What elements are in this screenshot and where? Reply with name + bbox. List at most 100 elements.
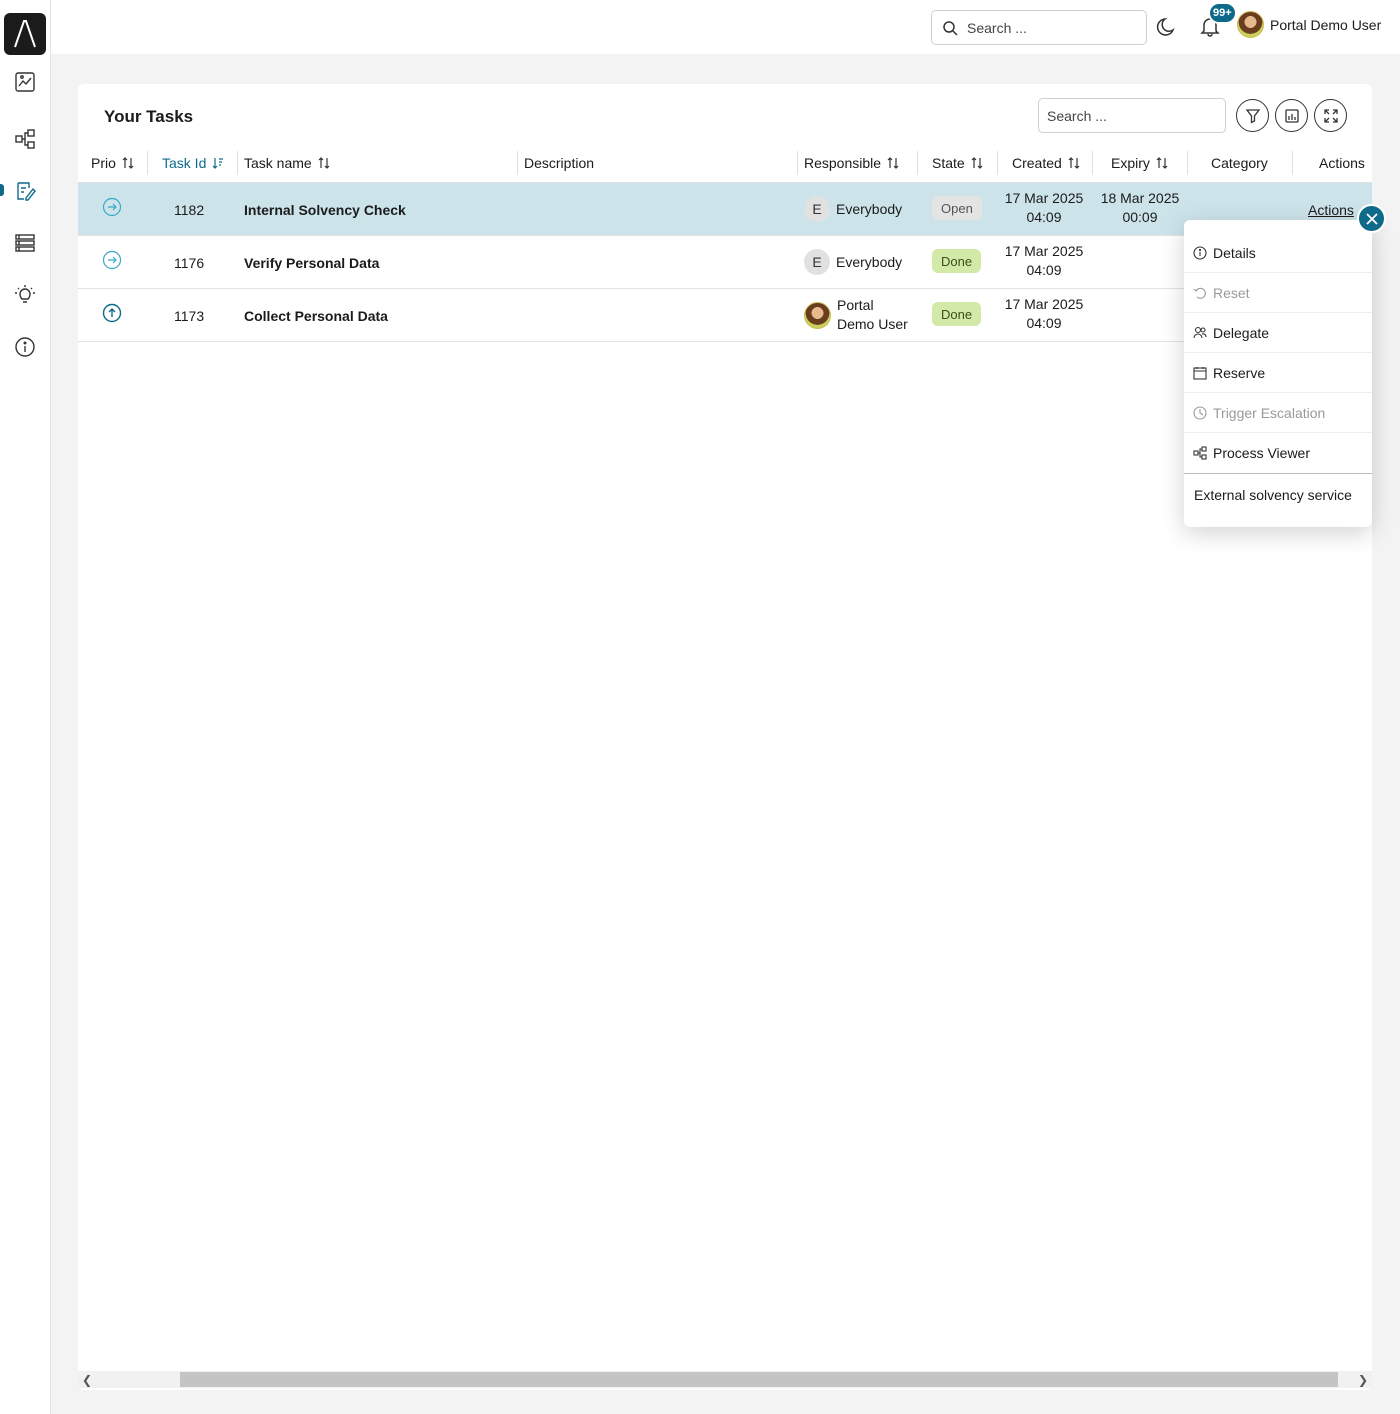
- column-separator[interactable]: [147, 151, 148, 175]
- global-search[interactable]: [931, 10, 1147, 45]
- lightbulb-icon[interactable]: [12, 282, 38, 308]
- expand-icon: [1323, 108, 1338, 123]
- created-date: 17 Mar 2025 04:09: [1000, 242, 1088, 280]
- column-separator[interactable]: [997, 151, 998, 175]
- user-name: Portal Demo User: [1270, 16, 1382, 33]
- column-header-prio[interactable]: Prio: [91, 154, 134, 172]
- dark-mode-toggle[interactable]: [1156, 16, 1178, 41]
- tasks-icon[interactable]: [12, 178, 38, 204]
- close-menu-button[interactable]: [1357, 204, 1386, 233]
- menu-item-label: Details: [1213, 244, 1256, 261]
- column-label-category: Category: [1211, 155, 1268, 171]
- scroll-left-arrow-icon[interactable]: ❮: [82, 1373, 92, 1387]
- created-time: 04:09: [1026, 209, 1062, 225]
- responsible-name: Everybody: [836, 201, 903, 217]
- process-icon: [1193, 446, 1207, 460]
- horizontal-scrollbar[interactable]: ❮ ❯: [78, 1371, 1372, 1388]
- column-chart-icon: [1284, 108, 1299, 123]
- sort-descending-icon: [212, 158, 224, 169]
- scroll-right-arrow-icon[interactable]: ❯: [1358, 1373, 1368, 1387]
- sort-icon: [1068, 157, 1080, 169]
- columns-button[interactable]: [1275, 99, 1308, 132]
- task-search[interactable]: [1038, 98, 1226, 133]
- undo-icon: [1193, 287, 1206, 299]
- sidebar: [0, 0, 51, 1414]
- priority-normal-icon: [102, 197, 122, 217]
- column-separator[interactable]: [1292, 151, 1293, 175]
- task-search-input[interactable]: [1047, 107, 1217, 124]
- created-time: 04:09: [1026, 315, 1062, 331]
- global-search-input[interactable]: [967, 19, 1127, 36]
- responsible-avatar: [804, 301, 831, 329]
- column-separator[interactable]: [517, 151, 518, 175]
- column-header-category[interactable]: Category: [1211, 154, 1268, 172]
- column-separator[interactable]: [1187, 151, 1188, 175]
- menu-item-trigger-escalation: Trigger Escalation: [1184, 393, 1372, 433]
- dashboard-icon[interactable]: [12, 69, 38, 95]
- sort-icon: [971, 157, 983, 169]
- task-id: 1176: [174, 255, 205, 271]
- column-label-description: Description: [524, 155, 595, 171]
- column-header-expiry[interactable]: Expiry: [1111, 154, 1168, 172]
- column-header-task-name[interactable]: Task name: [244, 154, 330, 172]
- app-logo[interactable]: [4, 13, 46, 55]
- sort-icon: [887, 157, 899, 169]
- fullscreen-button[interactable]: [1314, 99, 1347, 132]
- column-header-description[interactable]: Description: [524, 154, 594, 172]
- page-title: Your Tasks: [104, 107, 194, 126]
- table-row[interactable]: 1176 Verify Personal Data E Everybody Do…: [78, 236, 1372, 289]
- task-name[interactable]: Collect Personal Data: [244, 308, 388, 324]
- clock-icon: [1193, 405, 1207, 420]
- column-header-task-id[interactable]: Task Id: [162, 154, 224, 172]
- list-icon[interactable]: [12, 230, 38, 256]
- column-separator[interactable]: [917, 151, 918, 175]
- expiry-time: 00:09: [1122, 209, 1158, 225]
- menu-item-details[interactable]: Details: [1184, 233, 1372, 273]
- active-indicator: [0, 184, 4, 196]
- user-avatar: [1237, 11, 1264, 38]
- column-header-responsible[interactable]: Responsible: [804, 154, 899, 172]
- column-label-created: Created: [1012, 155, 1062, 171]
- status-badge: Done: [932, 302, 982, 326]
- responsible-avatar: E: [804, 249, 830, 275]
- menu-item-label: Process Viewer: [1213, 445, 1311, 461]
- status-badge: Done: [932, 249, 982, 273]
- table-row[interactable]: 1173 Collect Personal Data Portal Demo U…: [78, 289, 1372, 342]
- column-header-created[interactable]: Created: [1012, 154, 1080, 172]
- sort-icon: [318, 157, 330, 169]
- menu-item-reserve[interactable]: Reserve: [1184, 353, 1372, 393]
- created-day: 17 Mar 2025: [1004, 190, 1084, 206]
- column-header-state[interactable]: State: [932, 154, 983, 172]
- tasks-card: Your Tasks Prio Task Id Task name Descri…: [78, 84, 1372, 1390]
- status-badge: Open: [932, 196, 982, 220]
- column-label-task-name: Task name: [244, 155, 312, 171]
- responsible: E Everybody: [804, 249, 902, 275]
- filter-icon: [1245, 108, 1260, 124]
- menu-item-delegate[interactable]: Delegate: [1184, 313, 1372, 353]
- expiry-day: 18 Mar 2025: [1100, 190, 1180, 206]
- expiry-date: 18 Mar 2025 00:09: [1096, 189, 1184, 227]
- process-icon[interactable]: [12, 126, 38, 152]
- task-name[interactable]: Verify Personal Data: [244, 255, 379, 271]
- actions-link[interactable]: Actions: [1308, 202, 1354, 218]
- task-id: 1182: [174, 202, 205, 218]
- column-separator[interactable]: [237, 151, 238, 175]
- table-row[interactable]: 1182 Internal Solvency Check E Everybody…: [78, 183, 1372, 236]
- column-separator[interactable]: [797, 151, 798, 175]
- created-day: 17 Mar 2025: [1004, 296, 1084, 312]
- filter-button[interactable]: [1236, 99, 1269, 132]
- info-icon[interactable]: [12, 334, 38, 360]
- column-label-responsible: Responsible: [804, 155, 882, 171]
- menu-item-label: Delegate: [1213, 324, 1270, 341]
- responsible: Portal Demo User: [804, 296, 908, 334]
- menu-footer-text: External solvency service: [1194, 487, 1352, 503]
- column-separator[interactable]: [1092, 151, 1093, 175]
- priority-high-icon: [102, 303, 122, 323]
- menu-item-reset: Reset: [1184, 273, 1372, 313]
- user-menu[interactable]: Portal Demo User: [1237, 11, 1381, 38]
- task-name[interactable]: Internal Solvency Check: [244, 202, 406, 218]
- column-label-actions: Actions: [1319, 155, 1365, 171]
- menu-item-process-viewer[interactable]: Process Viewer: [1184, 433, 1372, 473]
- scrollbar-thumb[interactable]: [180, 1372, 1338, 1387]
- moon-icon: [1156, 18, 1175, 36]
